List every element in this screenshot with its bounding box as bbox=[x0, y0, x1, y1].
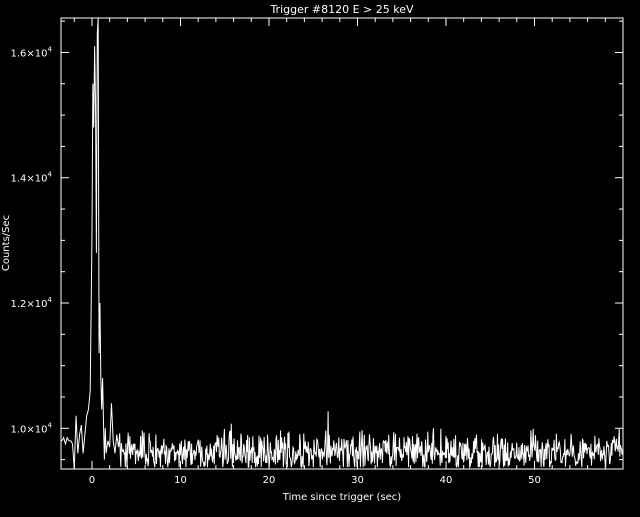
chart-title: Trigger #8120 E > 25 keV bbox=[269, 3, 414, 16]
y-tick-base: 10 bbox=[35, 48, 48, 59]
y-tick-times: × bbox=[26, 424, 34, 435]
chart-svg: Trigger #8120 E > 25 keV Time since trig… bbox=[1, 3, 624, 503]
y-tick-mantissa: 1.6 bbox=[11, 48, 27, 59]
y-tick-exponent: 4 bbox=[48, 421, 53, 429]
chart: Trigger #8120 E > 25 keV Time since trig… bbox=[0, 0, 640, 512]
y-axis-title: Counts/Sec bbox=[1, 215, 12, 271]
y-tick-times: × bbox=[26, 48, 34, 59]
x-tick-label: 20 bbox=[263, 475, 276, 486]
x-tick-label: 30 bbox=[351, 475, 364, 486]
x-axis-ticks: 0 10 20 30 40 50 bbox=[73, 18, 606, 486]
y-tick-base: 10 bbox=[35, 174, 48, 185]
x-tick-label: 0 bbox=[89, 475, 95, 486]
x-tick-label: 40 bbox=[440, 475, 453, 486]
y-tick-exponent: 4 bbox=[48, 296, 53, 304]
y-tick-base: 10 bbox=[35, 299, 48, 310]
y-tick-mantissa: 1.4 bbox=[11, 174, 27, 185]
series-line bbox=[61, 17, 624, 470]
x-axis-title: Time since trigger (sec) bbox=[282, 492, 402, 503]
y-tick-mantissa: 1.2 bbox=[11, 299, 27, 310]
y-tick-times: × bbox=[26, 174, 34, 185]
y-tick-exponent: 4 bbox=[48, 171, 53, 179]
y-tick-label: 1.6×104 bbox=[11, 45, 53, 59]
y-tick-exponent: 4 bbox=[48, 45, 53, 53]
y-tick-base: 10 bbox=[35, 424, 48, 435]
x-tick-label: 10 bbox=[174, 475, 187, 486]
y-tick-times: × bbox=[26, 299, 34, 310]
y-tick-mantissa: 1.0 bbox=[11, 424, 27, 435]
series-layer bbox=[61, 17, 624, 470]
y-tick-label: 1.4×104 bbox=[11, 171, 53, 185]
plot-frame bbox=[60, 17, 624, 470]
x-tick-label: 50 bbox=[528, 475, 541, 486]
y-tick-label: 1.0×104 bbox=[11, 421, 53, 435]
y-tick-label: 1.2×104 bbox=[11, 296, 53, 310]
